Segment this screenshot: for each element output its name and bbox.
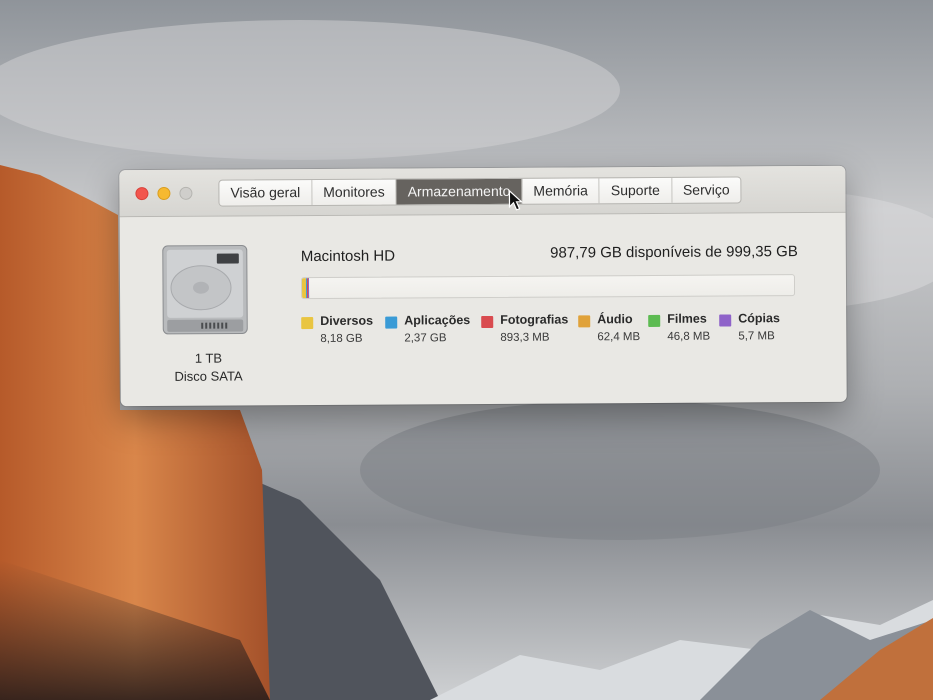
tab-visao-geral[interactable]: Visão geral (219, 180, 313, 206)
legend-label: Diversos (320, 313, 374, 328)
close-button[interactable] (135, 187, 149, 201)
legend-label: Fotografias (500, 312, 569, 327)
mouse-pointer-icon (508, 189, 524, 211)
title-bar: Visão geral Monitores Armazenamento Memó… (119, 165, 846, 218)
storage-panel: 1 TB Disco SATA Macintosh HD 987,79 GB d… (120, 213, 847, 406)
legend-label: Aplicações (404, 313, 471, 328)
legend-size: 2,37 GB (404, 332, 447, 345)
legend-swatch (648, 314, 661, 327)
tab-monitores[interactable]: Monitores (312, 179, 397, 206)
volume-name: Macintosh HD (300, 247, 396, 266)
legend-label: Áudio (597, 312, 633, 327)
legend-swatch (578, 315, 591, 328)
tab-armazenamento[interactable]: Armazenamento (396, 178, 523, 205)
about-this-mac-window: Visão geral Monitores Armazenamento Memó… (119, 165, 847, 407)
zoom-button[interactable] (179, 186, 193, 200)
tab-suporte[interactable]: Suporte (599, 177, 672, 204)
legend-size: 46,8 MB (667, 330, 711, 343)
legend-size: 893,3 MB (500, 331, 550, 344)
legend-swatch (385, 316, 398, 329)
tab-bar: Visão geral Monitores Armazenamento Memó… (218, 176, 742, 207)
legend-size: 5,7 MB (738, 330, 775, 343)
usage-segment (307, 278, 309, 299)
legend-size: 8,18 GB (320, 332, 363, 345)
storage-usage-bar (300, 274, 796, 300)
disk-type: Disco SATA (174, 368, 243, 384)
tab-memoria[interactable]: Memória (522, 178, 600, 204)
legend-label: Cópias (738, 311, 780, 326)
legend-size: 62,4 MB (597, 331, 641, 344)
disk-capacity: 1 TB (194, 350, 223, 366)
window-controls (135, 186, 193, 201)
legend-swatch (301, 317, 314, 330)
minimize-button[interactable] (157, 186, 171, 200)
volume-availability: 987,79 GB disponíveis de 999,35 GB (550, 243, 798, 262)
hard-disk-icon (162, 244, 248, 335)
tab-servico[interactable]: Serviço (672, 177, 741, 202)
legend-label: Filmes (667, 311, 707, 326)
legend-swatch (719, 314, 732, 327)
legend-swatch (481, 315, 494, 329)
